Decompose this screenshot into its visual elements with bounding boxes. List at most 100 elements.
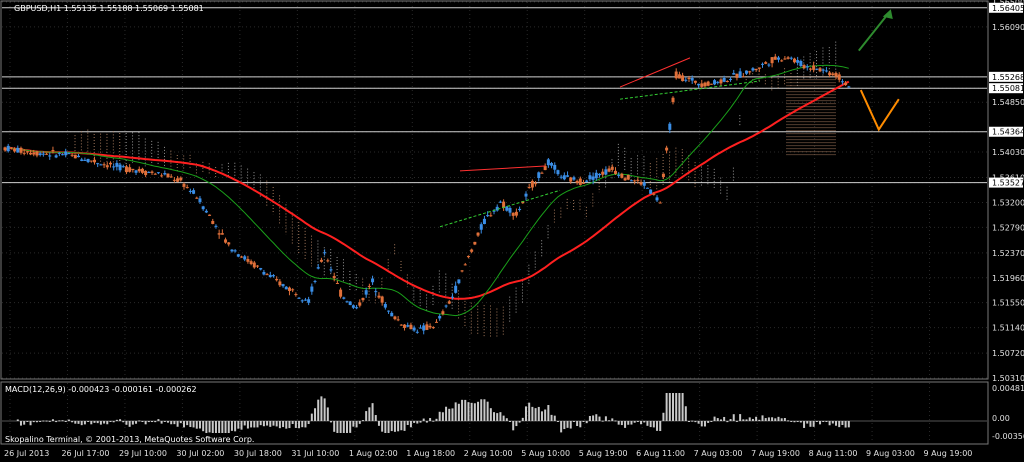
macd-bar xyxy=(742,419,745,421)
candle-body xyxy=(163,173,167,175)
macd-bar xyxy=(499,412,502,421)
candle-body xyxy=(140,168,144,173)
macd-bar xyxy=(336,421,339,433)
candle-body xyxy=(102,164,106,166)
macd-bar xyxy=(397,421,400,432)
candle-body xyxy=(706,81,710,86)
macd-bar xyxy=(847,421,850,428)
candle-body xyxy=(361,297,365,301)
macd-bar xyxy=(614,420,617,422)
candle-body xyxy=(399,324,403,326)
macd-bar xyxy=(144,421,147,425)
candle-body xyxy=(150,171,154,173)
macd-bar xyxy=(544,409,547,421)
candle-body xyxy=(677,74,681,79)
macd-bar xyxy=(99,421,102,425)
macd-axis-label: 0.00 xyxy=(992,414,1010,423)
macd-bar xyxy=(550,414,553,421)
candle-body xyxy=(252,262,256,268)
price-label: 1.55268 xyxy=(992,73,1024,82)
macd-bar xyxy=(131,421,134,425)
candle-body xyxy=(6,145,10,152)
candle-body xyxy=(35,151,39,156)
macd-bar xyxy=(681,393,684,421)
candle-body xyxy=(824,70,828,72)
candle-body xyxy=(172,179,176,181)
candle-body xyxy=(684,79,688,81)
candle-body xyxy=(335,283,339,285)
macd-axis-label: 0.004812 xyxy=(992,384,1024,393)
price-axis: 1.565001.564051.560901.552681.550811.548… xyxy=(989,0,1024,441)
candle-body xyxy=(70,154,74,156)
candle-body xyxy=(732,73,736,75)
macd-bar xyxy=(723,416,726,421)
candle-body xyxy=(86,158,90,163)
candle-body xyxy=(511,212,515,216)
macd-bar xyxy=(135,421,138,424)
candle-body xyxy=(422,325,426,331)
macd-bar xyxy=(489,408,492,421)
macd-bar xyxy=(844,421,847,428)
macd-bar xyxy=(505,418,508,421)
time-label: 31 Jul 10:00 xyxy=(291,449,339,458)
candle-body xyxy=(776,57,780,60)
macd-bar xyxy=(528,402,531,421)
candle-body xyxy=(674,71,678,79)
main-chart-frame xyxy=(0,0,989,380)
macd-bar xyxy=(838,421,841,428)
macd-bar xyxy=(627,421,630,425)
candle-body xyxy=(431,327,435,329)
macd-bar xyxy=(633,421,636,423)
macd-bar xyxy=(61,420,64,422)
macd-bar xyxy=(371,403,374,421)
macd-bar xyxy=(787,420,790,422)
price-label: 1.56090 xyxy=(992,23,1024,32)
candle-body xyxy=(419,327,423,329)
candle-body xyxy=(703,82,707,87)
candle-body xyxy=(546,159,550,166)
price-label: 1.55081 xyxy=(992,84,1024,93)
candle-body xyxy=(709,83,713,85)
macd-bar xyxy=(266,421,269,426)
candle-body xyxy=(425,324,429,330)
macd-bar xyxy=(224,421,227,433)
candle-body xyxy=(633,180,637,182)
candle-body xyxy=(16,147,20,153)
macd-bar xyxy=(473,403,476,421)
macd-bar xyxy=(524,406,527,421)
candle-body xyxy=(473,241,477,245)
macd-bar xyxy=(710,421,713,422)
trading-chart[interactable]: 1.565001.564051.560901.552681.550811.548… xyxy=(0,0,1024,462)
candle-body xyxy=(275,278,279,281)
candle-body xyxy=(454,285,458,293)
price-label: 1.51550 xyxy=(992,299,1024,308)
macd-bar xyxy=(355,421,358,428)
macd-bar xyxy=(358,421,361,424)
candle-body xyxy=(601,171,605,175)
candle-body xyxy=(185,187,189,189)
candle-body xyxy=(67,153,71,155)
macd-bar xyxy=(87,421,90,422)
macd-bar xyxy=(713,416,716,421)
macd-bar xyxy=(445,406,448,421)
time-label: 7 Aug 19:00 xyxy=(751,449,800,458)
macd-bar xyxy=(103,421,106,424)
macd-bar xyxy=(374,415,377,421)
macd-bar xyxy=(777,416,780,421)
macd-bar xyxy=(365,411,368,421)
time-axis: 26 Jul 2013 26 Jul 17:00 29 Jul 10:00 30 Ju… xyxy=(4,449,972,458)
candle-body xyxy=(719,79,723,84)
macd-bar xyxy=(275,421,278,427)
candle-body xyxy=(182,183,186,187)
macd-bar xyxy=(211,421,214,433)
macd-bar xyxy=(441,412,444,421)
macd-bar xyxy=(732,414,735,421)
macd-bar xyxy=(672,393,675,421)
macd-bar xyxy=(636,420,639,422)
macd-bar xyxy=(726,421,729,423)
macd-bar xyxy=(416,421,419,424)
price-label: 1.50720 xyxy=(992,349,1024,358)
macd-bar xyxy=(761,415,764,421)
macd-bar xyxy=(640,421,643,425)
candle-body xyxy=(661,173,665,178)
